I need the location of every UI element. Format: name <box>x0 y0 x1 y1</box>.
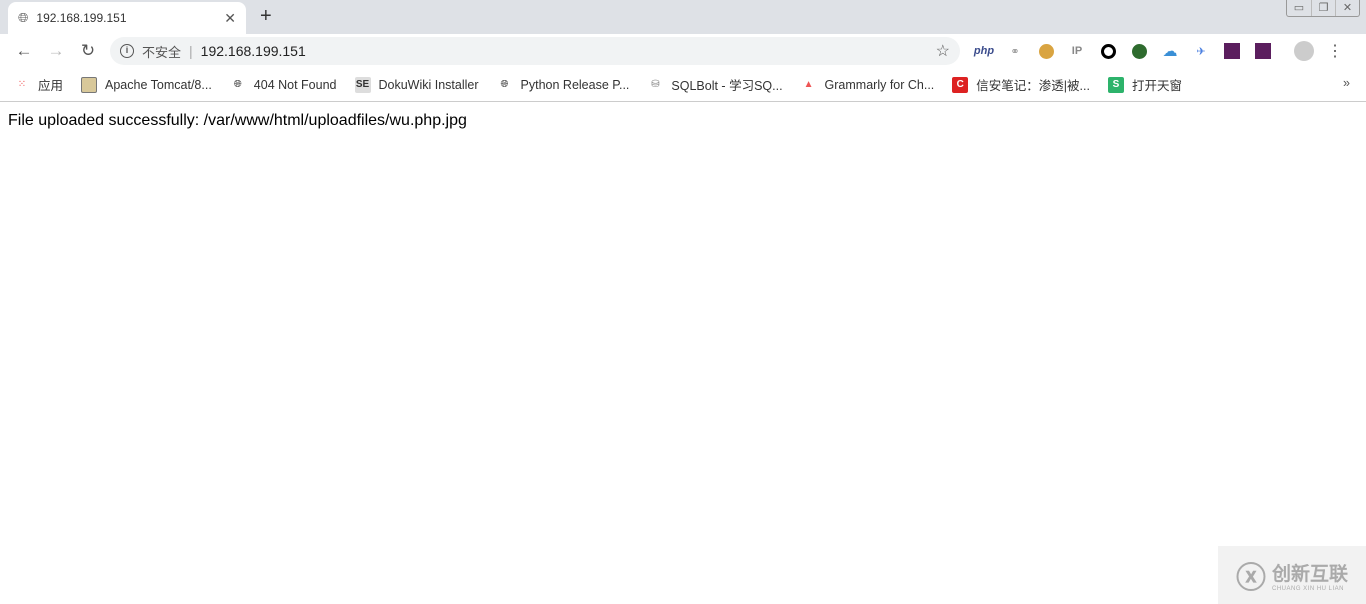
bookmark-label: 404 Not Found <box>253 77 337 92</box>
tab-strip: 🌐︎ 192.168.199.151 ✕ + ▭ ❐ ✕ <box>0 0 1366 34</box>
s-icon: S <box>1107 76 1124 93</box>
address-bar[interactable]: i 不安全 | 192.168.199.151 ☆ <box>110 37 960 65</box>
bookmark-item[interactable]: 🌐︎ Python Release P... <box>497 77 630 93</box>
bookmark-item[interactable]: S 打开天窗 <box>1107 75 1182 94</box>
close-tab-icon[interactable]: ✕ <box>224 10 236 27</box>
reload-button[interactable]: ↻ <box>72 41 104 61</box>
security-label: 不安全 <box>142 44 182 60</box>
logo1-extension-icon[interactable] <box>1222 41 1242 61</box>
close-window-button[interactable]: ✕ <box>1335 0 1359 16</box>
watermark-en: CHUANG XIN HU LIAN <box>1271 585 1344 592</box>
divider: | <box>189 43 193 59</box>
ip-extension-icon[interactable]: IP <box>1067 41 1087 61</box>
bookmark-label: DokuWiki Installer <box>378 77 479 92</box>
more-bookmarks-icon[interactable]: » <box>1343 76 1350 90</box>
globe-icon: 🌐︎ <box>18 10 29 25</box>
bookmark-label: SQLBolt - 学习SQ... <box>671 79 783 93</box>
bookmark-label: Grammarly for Ch... <box>824 77 935 92</box>
tab-title: 192.168.199.151 <box>36 11 127 25</box>
toolbar: ← → ↻ i 不安全 | 192.168.199.151 ☆ php ⚭ IP… <box>0 34 1366 68</box>
grammarly-icon: ▲ <box>803 79 814 90</box>
watermark-cn: 创新互联 <box>1271 563 1348 585</box>
avatar[interactable] <box>1294 41 1314 61</box>
restore-button[interactable]: ❐ <box>1311 0 1335 16</box>
minimize-button[interactable]: ▭ <box>1287 0 1311 16</box>
bookmark-item[interactable]: SE DokuWiki Installer <box>354 76 479 93</box>
circle-extension-icon[interactable] <box>1098 41 1118 61</box>
database-icon: ⛁ <box>651 79 660 90</box>
c-icon: C <box>952 76 969 93</box>
window-controls: ▭ ❐ ✕ <box>1286 0 1360 17</box>
bookmark-label: 信安笔记：渗透|被... <box>976 79 1090 93</box>
bookmark-label: Python Release P... <box>520 77 630 92</box>
star-icon[interactable]: ☆ <box>936 41 950 61</box>
bird-extension-icon[interactable]: ✈ <box>1191 41 1211 61</box>
page-content: File uploaded successfully: /var/www/htm… <box>0 102 1366 140</box>
extensions: php ⚭ IP ☁ ✈ ⋮ <box>974 41 1345 61</box>
url-text[interactable]: 192.168.199.151 <box>201 43 936 59</box>
back-button[interactable]: ← <box>8 41 40 61</box>
bookmark-item[interactable]: C 信安笔记：渗透|被... <box>952 75 1090 94</box>
bookmark-apps[interactable]: ⁙ 应用 <box>14 75 63 94</box>
globe-icon: 🌐︎ <box>233 79 242 90</box>
forward-button[interactable]: → <box>40 41 72 61</box>
php-extension-icon[interactable]: php <box>974 41 994 61</box>
link-extension-icon[interactable]: ⚭ <box>1005 41 1025 61</box>
bookmark-item[interactable]: Apache Tomcat/8... <box>81 76 212 93</box>
logo-mark-icon: ⓧ <box>1235 562 1266 595</box>
logo2-extension-icon[interactable] <box>1253 41 1273 61</box>
bookmarks-bar: ⁙ 应用 Apache Tomcat/8... 🌐︎ 404 Not Found S… <box>0 68 1366 102</box>
bookmark-item[interactable]: 🌐︎ 404 Not Found <box>230 77 337 93</box>
cloud-extension-icon[interactable]: ☁ <box>1160 41 1180 61</box>
cookie-extension-icon[interactable] <box>1036 41 1056 61</box>
se-icon: SE <box>354 76 371 93</box>
menu-icon[interactable]: ⋮ <box>1325 41 1345 61</box>
green-extension-icon[interactable] <box>1129 41 1149 61</box>
upload-message: File uploaded successfully: /var/www/htm… <box>8 112 467 129</box>
apps-grid-icon: ⁙ <box>17 79 27 90</box>
tab-active[interactable]: 🌐︎ 192.168.199.151 ✕ <box>8 2 246 34</box>
bookmark-item[interactable]: ▲ Grammarly for Ch... <box>801 77 935 93</box>
new-tab-button[interactable]: + <box>260 5 272 28</box>
globe-icon: 🌐︎ <box>500 79 509 90</box>
tomcat-icon <box>81 76 98 93</box>
bookmark-label: 应用 <box>38 79 64 93</box>
info-icon[interactable]: i <box>120 44 134 58</box>
bookmark-label: Apache Tomcat/8... <box>105 77 212 92</box>
bookmark-label: 打开天窗 <box>1131 79 1182 93</box>
bookmark-item[interactable]: ⛁ SQLBolt - 学习SQ... <box>647 75 782 94</box>
watermark-logo: ⓧ 创新互联 CHUANG XIN HU LIAN <box>1218 546 1366 604</box>
